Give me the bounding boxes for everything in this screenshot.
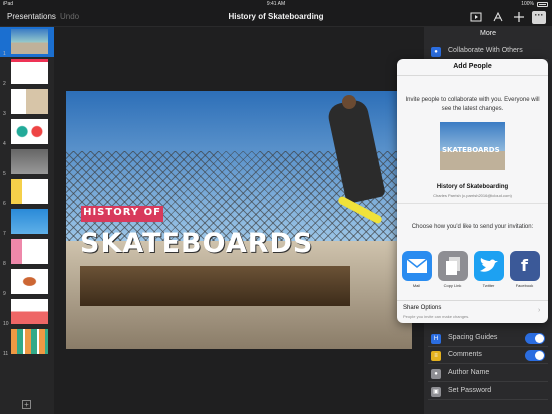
slide-number: 11 <box>3 351 9 357</box>
twitter-icon <box>473 251 504 281</box>
document-thumbnail: SKATEBOARDS <box>440 122 505 170</box>
thumbnail-image <box>11 149 48 174</box>
person-icon: ● <box>431 369 441 379</box>
thumbnail-image <box>11 239 48 264</box>
row-label: Comments <box>448 351 482 358</box>
share-copy-link-button[interactable]: Copy Link <box>436 251 469 288</box>
collaborate-row[interactable]: ● Collaborate With Others <box>428 43 548 60</box>
divider <box>397 203 548 204</box>
more-button[interactable]: ··· <box>532 11 546 24</box>
share-options-subtitle: People you invite can make changes. <box>403 314 470 319</box>
slide-thumbnail[interactable]: 9 <box>0 267 54 297</box>
slide-thumbnail[interactable]: 3 <box>0 87 54 117</box>
share-options-button[interactable]: Share Options <box>403 305 441 311</box>
author-name-row[interactable]: ● Author Name <box>428 365 548 382</box>
slide-thumbnail[interactable]: 4 <box>0 117 54 147</box>
divider <box>397 300 548 301</box>
slide-thumbnail[interactable]: 1 <box>0 27 54 57</box>
thumbnail-image <box>11 29 48 54</box>
share-label: Mail <box>412 283 421 288</box>
share-label: Copy Link <box>443 283 462 288</box>
row-label: Spacing Guides <box>448 334 498 341</box>
share-label: Twitter <box>482 283 495 288</box>
thumbnail-image <box>11 119 48 144</box>
guides-icon: H <box>431 334 441 344</box>
thumbnail-image <box>11 209 48 234</box>
owner-info: Charles Parrish (c.parrish2016@icloud.co… <box>433 193 512 198</box>
share-label: Facebook <box>515 283 534 288</box>
thumbnail-image <box>11 89 48 114</box>
chevron-right-icon[interactable]: › <box>538 307 540 314</box>
skater-head <box>342 95 356 109</box>
row-label: Set Password <box>448 387 492 394</box>
add-icon[interactable] <box>513 11 525 23</box>
slide-thumbnail[interactable]: 8 <box>0 237 54 267</box>
slide-navigator: 1 2 3 4 5 6 7 8 9 10 11 <box>0 27 54 414</box>
more-panel-title: More <box>480 30 496 37</box>
add-slide-button[interactable]: + <box>22 400 31 409</box>
slide-thumbnail[interactable]: 6 <box>0 177 54 207</box>
share-facebook-button[interactable]: f Facebook <box>508 251 541 288</box>
slide-thumbnail[interactable]: 2 <box>0 57 54 87</box>
share-prompt: Choose how you'd like to send your invit… <box>411 224 534 230</box>
mail-icon <box>401 251 432 281</box>
slide[interactable]: HISTORY OF SKATEBOARDS <box>66 91 412 349</box>
document-name: History of Skateboarding <box>436 184 509 190</box>
spacing-guides-row[interactable]: H Spacing Guides <box>428 330 548 347</box>
popover-title: Add People <box>453 63 492 70</box>
comments-row[interactable]: ≡ Comments <box>428 347 548 364</box>
status-time: 9:41 AM <box>266 1 286 7</box>
slide-thumbnail[interactable]: 11 <box>0 327 54 357</box>
thumbnail-image <box>11 329 48 354</box>
format-brush-icon[interactable] <box>492 11 504 23</box>
thumbnail-image <box>11 269 48 294</box>
facebook-icon: f <box>509 251 540 281</box>
set-password-row[interactable]: ▣ Set Password <box>428 383 548 400</box>
row-label: Author Name <box>448 369 490 376</box>
row-label: Collaborate With Others <box>448 47 523 54</box>
toolbar: Presentations Undo History of Skateboard… <box>0 8 552 27</box>
popover-intro: Invite people to collaborate with you. E… <box>405 97 540 112</box>
slide-thumbnail[interactable]: 7 <box>0 207 54 237</box>
person-icon: ● <box>431 47 441 57</box>
thumbnail-title-text: SKATEBOARDS <box>442 146 500 154</box>
status-right: 100% <box>521 1 548 7</box>
comments-toggle[interactable] <box>525 350 545 361</box>
share-mail-button[interactable]: Mail <box>400 251 433 288</box>
status-bar: iPad 9:41 AM 100% <box>0 0 552 8</box>
spacing-guides-toggle[interactable] <box>525 333 545 344</box>
thumbnail-image <box>11 299 48 324</box>
slide-subtitle[interactable]: HISTORY OF <box>81 207 163 218</box>
wooden-ledge <box>80 266 350 306</box>
thumbnail-image <box>11 179 48 204</box>
thumbnail-image <box>11 59 48 84</box>
copy-icon <box>437 251 468 281</box>
share-twitter-button[interactable]: Twitter <box>472 251 505 288</box>
battery-icon <box>537 1 548 7</box>
add-people-popover: Add People Invite people to collaborate … <box>397 59 548 323</box>
battery-percent: 100% <box>521 1 534 7</box>
divider <box>397 75 548 76</box>
slide-thumbnail[interactable]: 5 <box>0 147 54 177</box>
comment-icon: ≡ <box>431 351 441 361</box>
play-icon[interactable] <box>470 11 482 23</box>
lock-icon: ▣ <box>431 387 441 397</box>
slide-thumbnail[interactable]: 10 <box>0 297 54 327</box>
slide-title[interactable]: SKATEBOARDS <box>80 228 313 259</box>
